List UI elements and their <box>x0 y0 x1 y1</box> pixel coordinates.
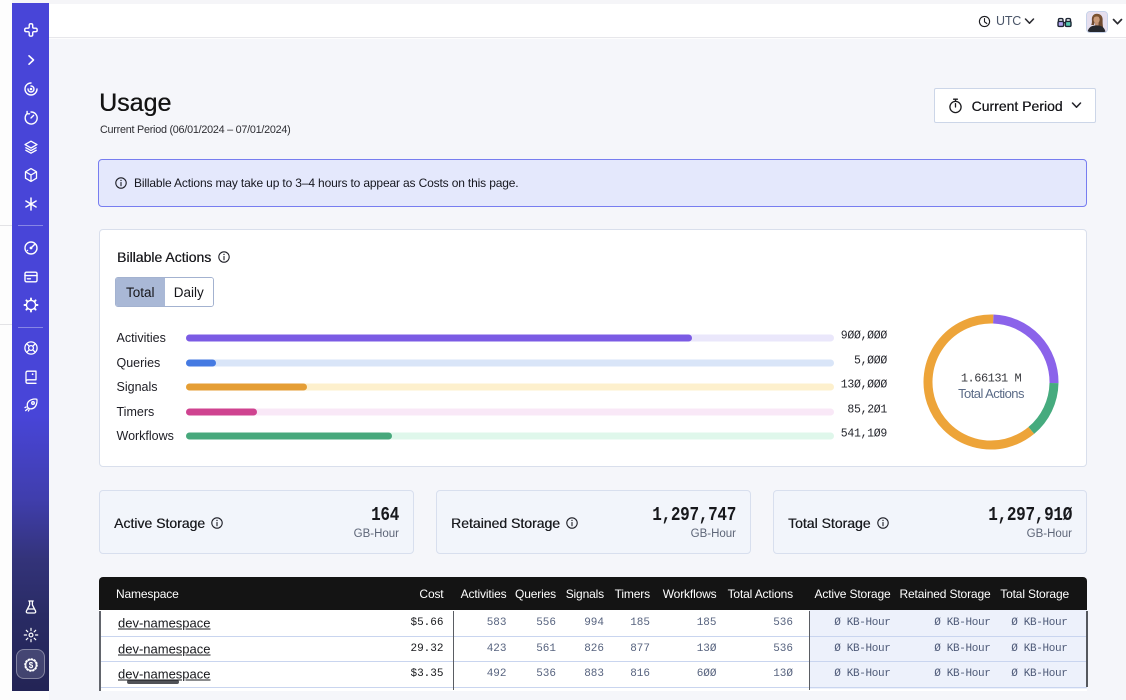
svg-text:Total Actions: Total Actions <box>958 386 1025 401</box>
svg-text:$: $ <box>28 660 33 669</box>
svg-text:1.66131 M: 1.66131 M <box>961 371 1022 385</box>
